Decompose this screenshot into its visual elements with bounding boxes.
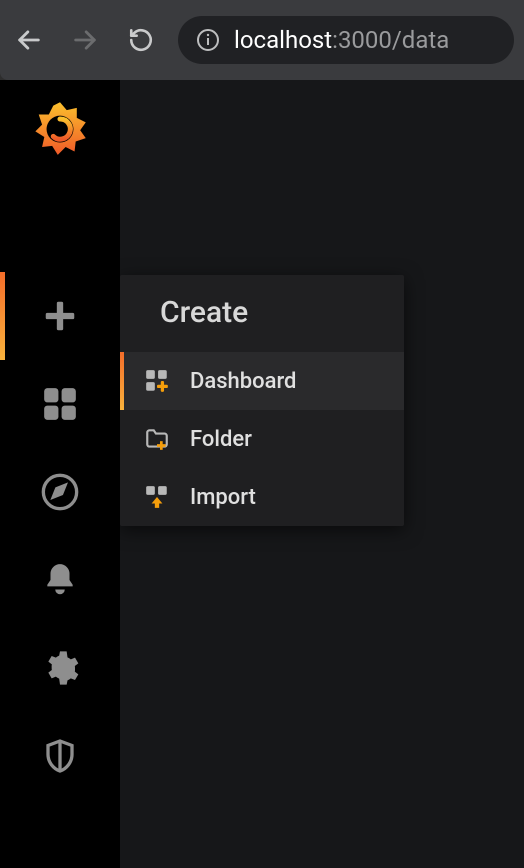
sidebar-item-settings[interactable] [0,624,120,712]
sidebar [0,80,120,868]
browser-toolbar: localhost:3000/data [0,0,524,80]
flyout-item-import[interactable]: Import [120,468,404,526]
flyout-item-folder[interactable]: Folder [120,410,404,468]
create-flyout: Create Dashboard Folder Import [120,275,404,526]
import-icon [142,484,172,510]
flyout-item-label: Folder [190,427,252,452]
app: Create Dashboard Folder Import [0,80,524,868]
bell-icon [41,561,79,599]
sidebar-item-admin[interactable] [0,712,120,800]
sidebar-item-alerting[interactable] [0,536,120,624]
arrow-right-icon [71,26,99,54]
reload-icon [128,27,154,53]
reload-button[interactable] [122,21,160,59]
squares-icon [41,385,79,423]
forward-button[interactable] [66,21,104,59]
sidebar-item-dashboards[interactable] [0,360,120,448]
grafana-logo[interactable] [26,94,94,162]
flyout-title: Create [120,275,404,352]
flyout-item-label: Dashboard [190,369,296,394]
shield-icon [42,738,78,774]
flyout-item-dashboard[interactable]: Dashboard [120,352,404,410]
info-icon [196,28,220,52]
url-path: :3000/data [332,26,449,54]
dashboard-add-icon [142,368,172,394]
back-button[interactable] [10,21,48,59]
plus-icon [41,297,79,335]
arrow-left-icon [15,26,43,54]
folder-add-icon [142,426,172,452]
sidebar-item-explore[interactable] [0,448,120,536]
grafana-logo-icon [32,100,88,156]
gear-icon [40,648,80,688]
url-text: localhost:3000/data [234,26,449,54]
sidebar-item-create[interactable] [0,272,120,360]
url-host: localhost [234,26,332,54]
url-bar[interactable]: localhost:3000/data [178,16,514,64]
compass-icon [40,472,80,512]
flyout-item-label: Import [190,485,256,510]
